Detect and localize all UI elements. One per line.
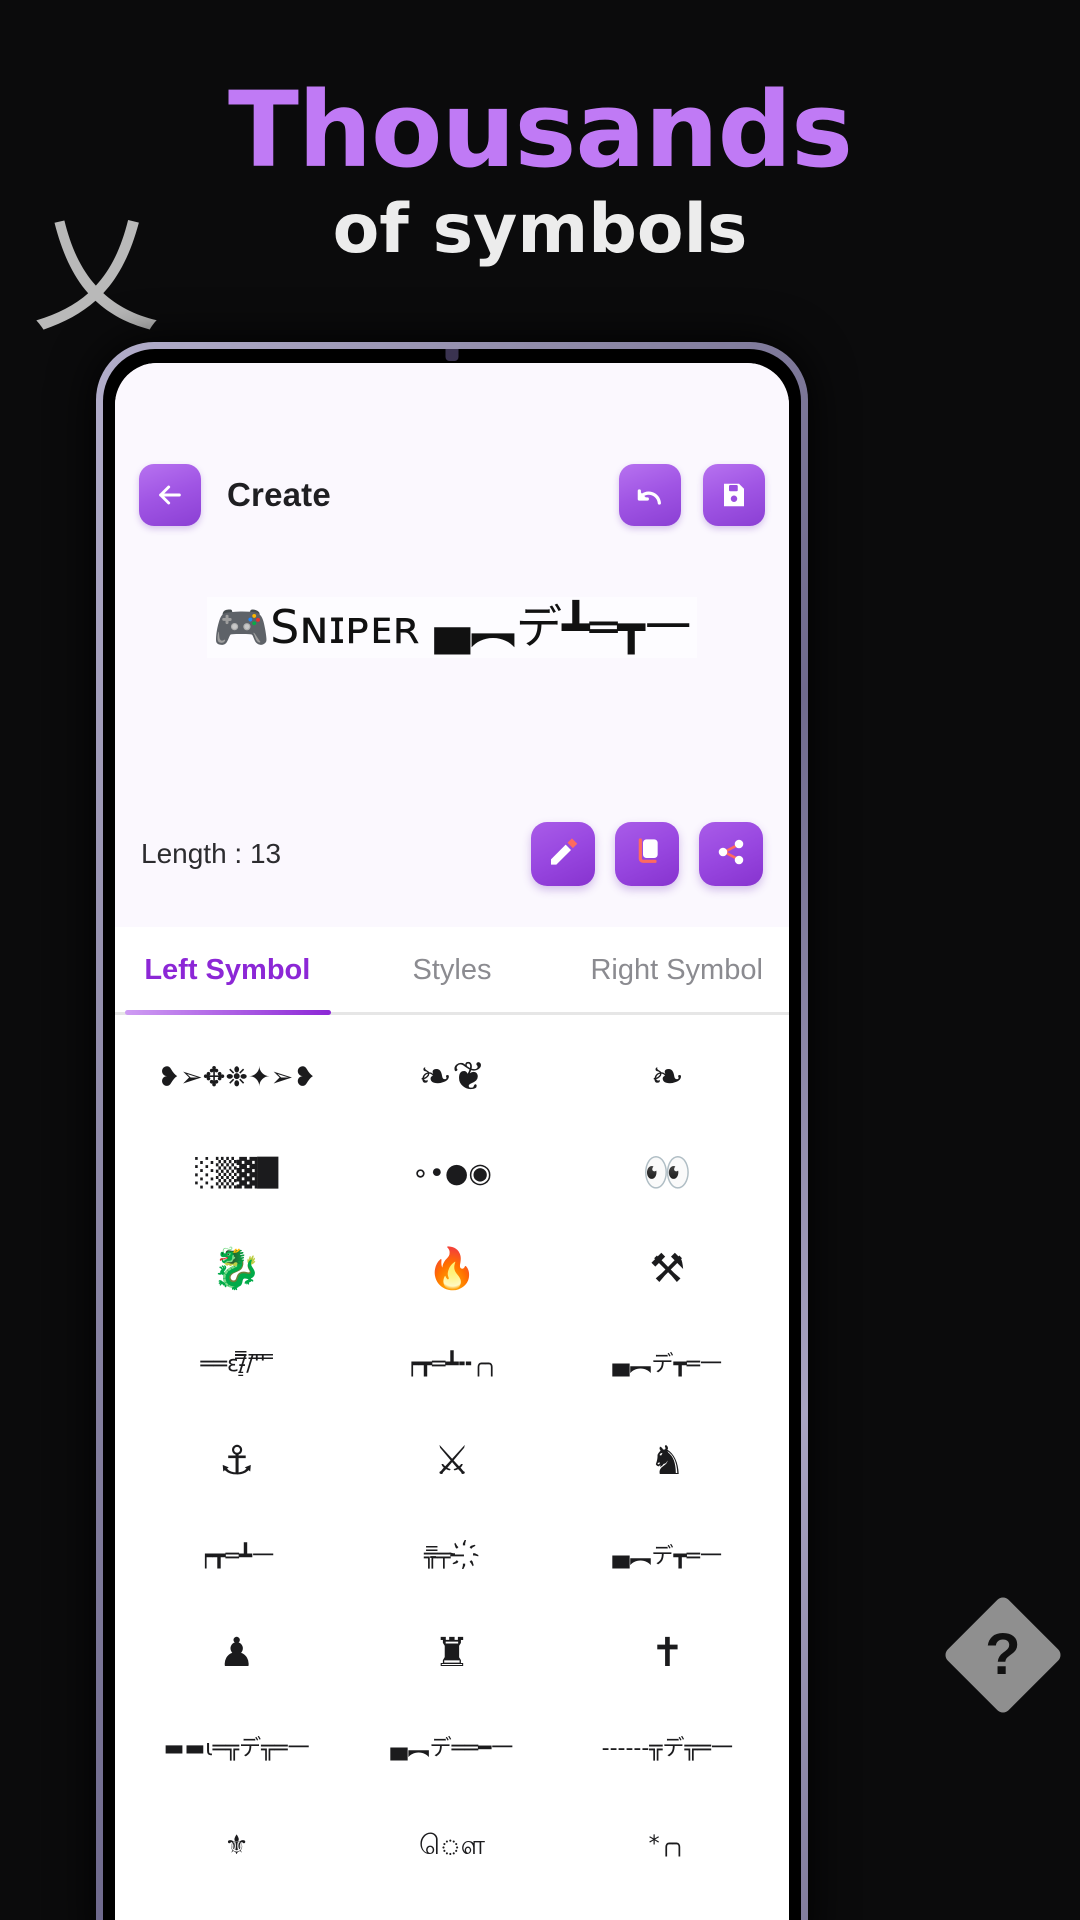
tab-right-symbol[interactable]: Right Symbol	[564, 926, 789, 1014]
symbol-cell[interactable]: ❧	[560, 1029, 775, 1125]
app-bar-actions	[619, 464, 765, 526]
symbol-cell[interactable]: 🐉	[129, 1221, 344, 1317]
length-label: Length : 13	[141, 838, 282, 869]
preview-text[interactable]: 🎮Sɴɪᴘᴇʀ ▄︻デ┻═┳一	[206, 597, 698, 658]
preview-actions	[531, 822, 763, 886]
symbol-cell[interactable]: ✝	[560, 1605, 775, 1701]
save-button[interactable]	[703, 464, 765, 526]
phone-mockup: Create 🎮Sɴɪᴘᴇʀ ▄︻デ┻═┳一 Length: 13 Left …	[96, 342, 808, 1920]
promo-subline: of symbols	[332, 190, 748, 269]
symbol-grid: ❥➢✥❉✦➢❥ ❧❦ ❧ ░▒▓█ ∘•●◉ 👀 🐉 🔥 ⚒ ══ε/̵͇̿̿/'̿'̿ ̿ ┍┳═…	[115, 1015, 789, 1893]
symbol-cell[interactable]: *╭╮	[560, 1797, 775, 1893]
phone-bezel: Create 🎮Sɴɪᴘᴇʀ ▄︻デ┻═┳一 Length: 13 Left …	[103, 349, 801, 1920]
symbol-cell[interactable]: ♜	[344, 1605, 559, 1701]
symbol-cell[interactable]: ⚔	[344, 1413, 559, 1509]
symbol-cell[interactable]: ▄︻デ┳═一	[560, 1317, 775, 1413]
share-button[interactable]	[699, 822, 763, 886]
symbol-cell[interactable]: ┍┳═┻╍╭╮	[344, 1317, 559, 1413]
symbol-cell[interactable]: 🔥	[344, 1221, 559, 1317]
app-bar: Create	[115, 363, 789, 549]
tab-bar: Left Symbol Styles Right Symbol	[115, 927, 789, 1015]
symbol-cell[interactable]: ░▒▓█	[129, 1125, 344, 1221]
pencil-icon	[547, 836, 579, 873]
symbol-cell[interactable]: ▄︻デ══━一	[344, 1701, 559, 1797]
copy-button[interactable]	[615, 822, 679, 886]
preview-area[interactable]: 🎮Sɴɪᴘᴇʀ ▄︻デ┻═┳一	[115, 549, 789, 799]
phone-notch	[445, 349, 459, 361]
symbol-cell[interactable]: ▬▬ι═╦デ╦═一	[129, 1701, 344, 1797]
edit-button[interactable]	[531, 822, 595, 886]
symbol-cell[interactable]: ♞	[560, 1413, 775, 1509]
symbol-cell[interactable]: ┍┳═┻一	[129, 1509, 344, 1605]
symbol-cell[interactable]: ❧❦	[344, 1029, 559, 1125]
decorative-symbol-glyph: 乂	[32, 201, 161, 350]
help-badge[interactable]: ?	[942, 1594, 1064, 1716]
symbol-cell[interactable]: ▄︻デ┳═一	[560, 1509, 775, 1605]
undo-button[interactable]	[619, 464, 681, 526]
copy-icon	[631, 836, 663, 873]
undo-icon	[634, 479, 666, 511]
share-icon	[715, 836, 747, 873]
question-mark-icon: ?	[985, 1622, 1021, 1687]
symbol-cell[interactable]: ⚜	[129, 1797, 344, 1893]
symbol-cell[interactable]: ╦̵̵̿╤─ ҉	[344, 1509, 559, 1605]
symbol-cell[interactable]: ------╦デ╦═一	[560, 1701, 775, 1797]
back-button[interactable]	[139, 464, 201, 526]
symbol-cell[interactable]: ♟	[129, 1605, 344, 1701]
promo-headline: Thousands	[228, 69, 853, 191]
meta-row: Length : 13	[115, 799, 789, 927]
symbol-cell[interactable]: ⚓	[129, 1413, 344, 1509]
page-title: Create	[227, 476, 331, 513]
symbol-cell[interactable]: ௌ	[344, 1797, 559, 1893]
symbol-cell[interactable]: ══ε/̵͇̿̿/'̿'̿ ̿	[129, 1317, 344, 1413]
tab-styles[interactable]: Styles	[340, 926, 565, 1014]
tab-active-indicator	[125, 1010, 331, 1015]
promo-screenshot: Thousands of symbols 乂 Create 🎮Sɴɪᴘᴇʀ ▄︻…	[0, 0, 1080, 1920]
arrow-left-icon	[154, 479, 186, 511]
app-screen: Create 🎮Sɴɪᴘᴇʀ ▄︻デ┻═┳一 Length: 13 Left …	[115, 363, 789, 1920]
tab-left-symbol[interactable]: Left Symbol	[115, 926, 340, 1014]
symbol-cell[interactable]: ⚒	[560, 1221, 775, 1317]
save-floppy-icon	[719, 480, 749, 510]
symbol-cell[interactable]: ∘•●◉	[344, 1125, 559, 1221]
symbol-cell[interactable]: ❥➢✥❉✦➢❥	[129, 1029, 344, 1125]
symbol-cell[interactable]: 👀	[560, 1125, 775, 1221]
